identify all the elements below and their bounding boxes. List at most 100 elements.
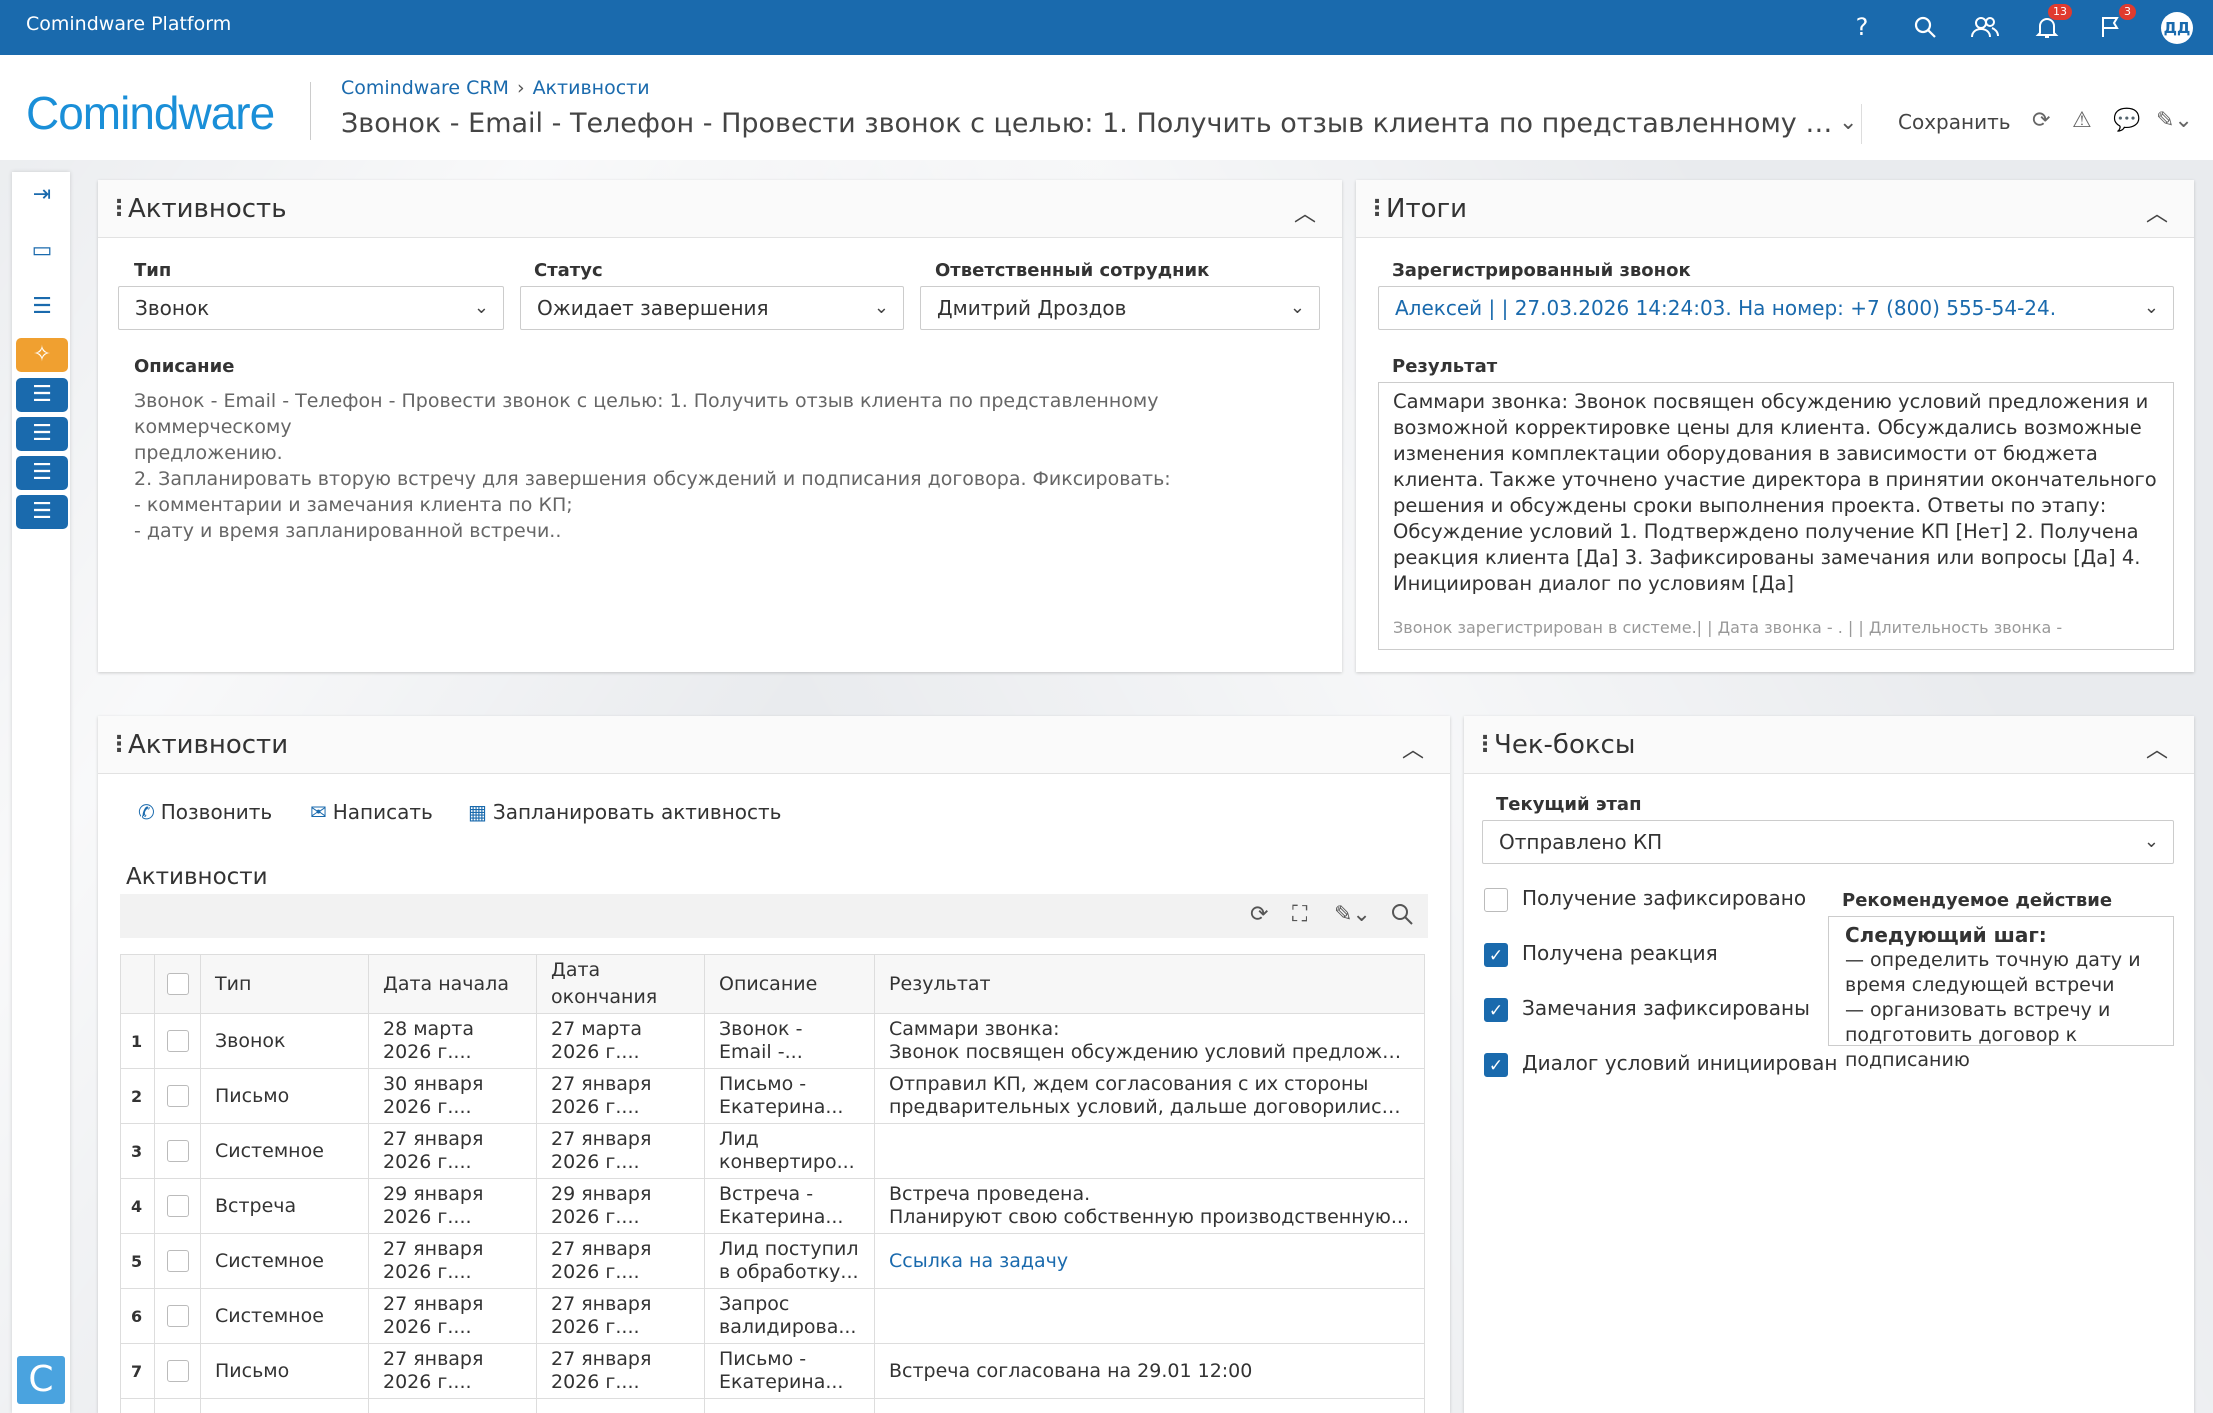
checked-checkbox[interactable]: ✓ bbox=[1484, 942, 1508, 967]
row-checkbox-cell[interactable] bbox=[154, 1233, 201, 1289]
fullscreen-icon[interactable]: ⛶ bbox=[1292, 902, 1307, 927]
table-row[interactable]: 7 Письмо 27 января 2026 г.... 27 января 2026 … bbox=[120, 1343, 1425, 1399]
row-checkbox[interactable] bbox=[166, 1140, 189, 1162]
column-header-end[interactable]: Дата окончания bbox=[536, 954, 705, 1014]
save-button[interactable]: Сохранить bbox=[1898, 110, 2011, 134]
refresh-icon[interactable]: ⟳ bbox=[1250, 902, 1268, 927]
cell-result: Встреча согласована на 29.01 12:00 bbox=[874, 1343, 1425, 1399]
cell-line: Лид bbox=[719, 1128, 759, 1150]
collapse-icon[interactable]: ︿ bbox=[1294, 196, 1316, 228]
results-panel-header[interactable]: ⋮ Итоги ︿ bbox=[1356, 180, 2194, 238]
owner-value: Дмитрий Дроздов bbox=[937, 296, 1127, 320]
row-checkbox-cell[interactable] bbox=[154, 1398, 201, 1413]
cell-result[interactable]: Ссылка на задачу bbox=[874, 1233, 1425, 1289]
select-all-checkbox[interactable] bbox=[154, 954, 201, 1014]
recommend-textbox[interactable]: Следующий шаг: — определить точную дату … bbox=[1828, 916, 2174, 1071]
row-checkbox-cell[interactable] bbox=[154, 1288, 201, 1344]
row-checkbox[interactable] bbox=[166, 1305, 189, 1327]
search-icon[interactable] bbox=[1390, 902, 1414, 932]
activity-panel-header[interactable]: ⋮ Активность ︿ bbox=[98, 180, 1342, 238]
row-checkbox-cell[interactable] bbox=[154, 1123, 201, 1179]
search-icon[interactable] bbox=[1908, 10, 1942, 44]
stage-select[interactable]: Отправлено КП ⌄ bbox=[1482, 820, 2174, 864]
drag-handle-icon[interactable]: ⋮ bbox=[1474, 732, 1496, 757]
stage-checkbox-row[interactable]: Получение зафиксировано bbox=[1484, 886, 1806, 912]
checked-checkbox[interactable]: ✓ bbox=[1484, 1052, 1508, 1077]
collapse-icon[interactable]: ︿ bbox=[1402, 732, 1424, 764]
column-header-type[interactable]: Тип bbox=[200, 954, 369, 1014]
row-checkbox-cell[interactable] bbox=[154, 1013, 201, 1069]
collapse-icon[interactable]: ︿ bbox=[2146, 732, 2168, 764]
drag-handle-icon[interactable]: ⋮ bbox=[1366, 196, 1388, 221]
cell-line: предварительных условий, дальше договори… bbox=[889, 1096, 1410, 1118]
refresh-icon[interactable]: ⟳ bbox=[2032, 108, 2050, 133]
menu-button-1[interactable]: ☰ bbox=[16, 378, 68, 412]
row-checkbox-cell[interactable] bbox=[154, 1343, 201, 1399]
row-checkbox[interactable] bbox=[166, 1085, 189, 1107]
avatar[interactable]: ДД bbox=[2161, 12, 2193, 44]
registered-call-select[interactable]: Алексей | | 27.03.2026 14:24:03. На номе… bbox=[1378, 286, 2174, 330]
row-checkbox[interactable] bbox=[166, 1360, 189, 1382]
table-row[interactable]: 1 Звонок 28 марта 2026 г.... 27 марта 2026 г.… bbox=[120, 1013, 1425, 1069]
breadcrumb-crm[interactable]: Comindware CRM bbox=[341, 77, 509, 99]
stage-checkbox-row[interactable]: ✓ Диалог условий инициирован bbox=[1484, 1051, 1838, 1077]
menu-button-4[interactable]: ☰ bbox=[16, 495, 68, 529]
table-row[interactable]: 6 Системное 27 января 2026 г.... 27 января 20… bbox=[120, 1288, 1425, 1344]
checkboxes-panel-header[interactable]: ⋮ Чек-боксы ︿ bbox=[1464, 716, 2194, 774]
cell-description: Лид конвертиро... bbox=[704, 1123, 875, 1179]
cell-line: 27 января bbox=[383, 1128, 484, 1150]
call-action-button[interactable]: ✆ Позвонить bbox=[138, 800, 272, 824]
comment-icon[interactable]: 💬 bbox=[2113, 108, 2140, 133]
expand-sidebar-icon[interactable]: ⇥ bbox=[16, 178, 68, 212]
cell-line: 27 января bbox=[551, 1348, 652, 1370]
breadcrumb-activities[interactable]: Активности bbox=[533, 77, 650, 99]
checkbox[interactable] bbox=[166, 973, 189, 995]
stage-checkbox-row[interactable]: ✓ Замечания зафиксированы bbox=[1484, 996, 1810, 1022]
collapse-icon[interactable]: ︿ bbox=[2146, 196, 2168, 228]
menu-button-2[interactable]: ☰ bbox=[16, 417, 68, 451]
row-checkbox[interactable] bbox=[166, 1030, 189, 1052]
title-chevron-down-icon[interactable]: ⌄ bbox=[1839, 110, 1857, 135]
help-icon[interactable]: ? bbox=[1845, 10, 1879, 44]
bell-icon[interactable]: 13 bbox=[2030, 4, 2072, 44]
checkbox[interactable] bbox=[1484, 887, 1508, 912]
edit-icon[interactable]: ✎⌄ bbox=[1334, 902, 1371, 927]
stage-checkbox-row[interactable]: ✓ Получена реакция bbox=[1484, 941, 1718, 967]
ai-assistant-button[interactable]: ✧ bbox=[16, 338, 68, 372]
edit-icon[interactable]: ✎⌄ bbox=[2156, 108, 2193, 133]
platform-logo-icon[interactable]: C bbox=[17, 1356, 65, 1404]
list-icon[interactable]: ☰ bbox=[16, 290, 68, 324]
row-checkbox[interactable] bbox=[166, 1250, 189, 1272]
column-header-description[interactable]: Описание bbox=[704, 954, 875, 1014]
activities-panel-header[interactable]: ⋮ Активности ︿ bbox=[98, 716, 1450, 774]
column-header-result[interactable]: Результат bbox=[874, 954, 1425, 1014]
flag-icon[interactable]: 3 bbox=[2094, 4, 2136, 44]
cell-line: 2026 г.... bbox=[383, 1041, 472, 1063]
warning-icon[interactable]: ⚠ bbox=[2072, 108, 2092, 133]
drag-handle-icon[interactable]: ⋮ bbox=[108, 196, 130, 221]
write-action-button[interactable]: ✉ Написать bbox=[310, 800, 433, 824]
plan-activity-button[interactable]: ▦ Запланировать активность bbox=[468, 800, 781, 824]
chevron-down-icon: ⌄ bbox=[1289, 297, 1305, 318]
status-select[interactable]: Ожидает завершения ⌄ bbox=[520, 286, 904, 330]
menu-button-3[interactable]: ☰ bbox=[16, 456, 68, 490]
description-text[interactable]: Звонок - Email - Телефон - Провести звон… bbox=[134, 388, 1314, 544]
table-row[interactable]: 27 января27 январяЗапрос bbox=[120, 1398, 1425, 1413]
row-number: 1 bbox=[120, 1013, 155, 1069]
table-row[interactable]: 3 Системное 27 января 2026 г.... 27 января 20… bbox=[120, 1123, 1425, 1179]
cell-line: Письмо - bbox=[719, 1348, 807, 1370]
owner-select[interactable]: Дмитрий Дроздов ⌄ bbox=[920, 286, 1320, 330]
row-checkbox[interactable] bbox=[166, 1195, 189, 1217]
row-checkbox-cell[interactable] bbox=[154, 1178, 201, 1234]
result-textbox[interactable]: Саммари звонка: Звонок посвящен обсужден… bbox=[1378, 382, 2174, 650]
table-row[interactable]: 4 Встреча 29 января 2026 г.... 29 января 2026… bbox=[120, 1178, 1425, 1234]
drag-handle-icon[interactable]: ⋮ bbox=[108, 732, 130, 757]
desktop-icon[interactable]: ▭ bbox=[16, 234, 68, 268]
table-row[interactable]: 2 Письмо 30 января 2026 г.... 27 января 2026 … bbox=[120, 1068, 1425, 1124]
table-row[interactable]: 5 Системное 27 января 2026 г.... 27 января 20… bbox=[120, 1233, 1425, 1289]
checked-checkbox[interactable]: ✓ bbox=[1484, 997, 1508, 1022]
column-header-start[interactable]: Дата начала bbox=[368, 954, 537, 1014]
type-select[interactable]: Звонок ⌄ bbox=[118, 286, 504, 330]
row-checkbox-cell[interactable] bbox=[154, 1068, 201, 1124]
users-icon[interactable] bbox=[1968, 10, 2002, 44]
